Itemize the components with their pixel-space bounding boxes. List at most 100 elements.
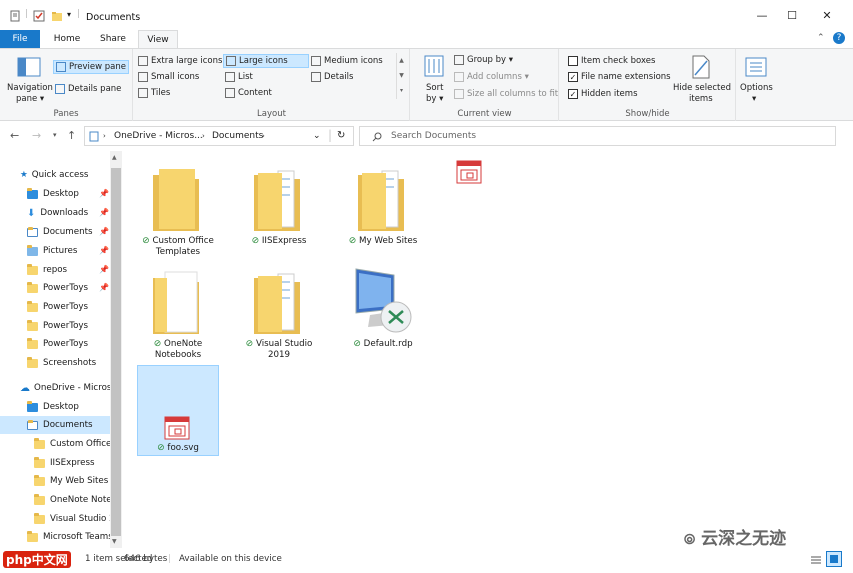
nav-od-desktop[interactable]: Desktop bbox=[0, 398, 110, 416]
minimize-button[interactable]: — bbox=[745, 6, 779, 26]
layout-medium-icons[interactable]: Medium icons bbox=[311, 56, 383, 66]
grid-icon bbox=[226, 56, 236, 66]
content-icon bbox=[225, 88, 235, 98]
desktop-icon bbox=[27, 187, 38, 199]
scroll-down-icon[interactable]: ▼ bbox=[112, 538, 117, 545]
nav-custom-office[interactable]: Custom Office bbox=[0, 435, 110, 453]
new-folder-icon[interactable] bbox=[51, 10, 63, 22]
file-item[interactable]: ⊘ Visual Studio 2019 bbox=[238, 268, 320, 362]
tab-share[interactable]: Share bbox=[92, 30, 134, 49]
file-item-selected[interactable]: ⊘ foo.svg bbox=[137, 365, 219, 456]
close-button[interactable]: ✕ bbox=[810, 6, 844, 26]
status-bar: php中文网 1 item selected 646 bytes | Avail… bbox=[0, 548, 853, 573]
layout-list[interactable]: List bbox=[225, 72, 253, 82]
layout-small-icons[interactable]: Small icons bbox=[138, 72, 199, 82]
add-columns-button[interactable]: Add columns ▾ bbox=[454, 72, 529, 82]
breadcrumb-onedrive[interactable]: OneDrive - Micros... bbox=[114, 131, 203, 141]
pin-icon[interactable]: 📌 bbox=[99, 208, 109, 217]
file-name-extensions-toggle[interactable]: ✓ File name extensions bbox=[568, 72, 671, 82]
layout-scroll[interactable]: ▲ ▼ ▾ bbox=[396, 53, 406, 99]
nav-iisexpress[interactable]: IISExpress bbox=[0, 454, 110, 472]
nav-powertoys[interactable]: PowerToys bbox=[0, 298, 110, 316]
recent-locations-icon[interactable]: ▾ bbox=[53, 131, 57, 139]
quick-access-dropdown-icon[interactable]: ▾ bbox=[67, 10, 71, 19]
file-item[interactable]: ⊘ My Web Sites bbox=[342, 165, 424, 249]
nav-desktop[interactable]: Desktop bbox=[0, 185, 110, 203]
layout-tiles[interactable]: Tiles bbox=[138, 88, 170, 98]
nav-quick-access[interactable]: ★ Quick access bbox=[0, 166, 110, 184]
pictures-icon bbox=[27, 244, 38, 256]
layout-details[interactable]: Details bbox=[311, 72, 353, 82]
nav-powertoys[interactable]: PowerToys bbox=[0, 317, 110, 335]
nav-screenshots[interactable]: Screenshots bbox=[0, 354, 110, 372]
back-arrow-icon[interactable]: ← bbox=[10, 129, 19, 142]
nav-microsoft-teams[interactable]: Microsoft Teams bbox=[0, 528, 110, 546]
nav-scrollbar-thumb[interactable] bbox=[111, 168, 121, 536]
nav-visual-studio[interactable]: Visual Studio 2 bbox=[0, 510, 110, 528]
up-arrow-icon[interactable]: ↑ bbox=[67, 129, 76, 142]
nav-documents[interactable]: Documents bbox=[0, 223, 110, 241]
group-by-button[interactable]: Group by ▾ bbox=[454, 55, 513, 65]
preview-pane-icon bbox=[56, 62, 66, 72]
options-button[interactable]: Options bbox=[740, 83, 773, 93]
nav-powertoys[interactable]: PowerToys bbox=[0, 335, 110, 353]
svg-file-icon bbox=[456, 160, 482, 184]
navigation-pane: ★ Quick access Desktop ⬇ Downloads Documen… bbox=[0, 151, 123, 548]
hide-selected-button2[interactable]: items bbox=[689, 94, 713, 104]
scroll-up-icon[interactable]: ▲ bbox=[112, 154, 117, 161]
large-icons-view-icon[interactable] bbox=[826, 551, 842, 567]
grid-icon bbox=[311, 56, 321, 66]
file-item[interactable]: ⊘ IISExpress bbox=[238, 165, 320, 249]
refresh-icon[interactable]: ↻ bbox=[337, 130, 345, 141]
help-icon[interactable]: ? bbox=[833, 32, 845, 44]
details-pane-button[interactable]: Details pane bbox=[55, 84, 121, 94]
pin-icon[interactable]: 📌 bbox=[99, 227, 109, 236]
hidden-items-toggle[interactable]: ✓ Hidden items bbox=[568, 89, 638, 99]
tab-home[interactable]: Home bbox=[45, 30, 89, 49]
tab-file[interactable]: File bbox=[0, 30, 40, 49]
pin-icon[interactable]: 📌 bbox=[99, 283, 109, 292]
nav-label: Documents bbox=[43, 420, 93, 430]
preview-pane-button[interactable]: Preview pane bbox=[53, 60, 130, 74]
nav-od-documents[interactable]: Documents bbox=[0, 416, 110, 434]
nav-downloads[interactable]: ⬇ Downloads bbox=[0, 204, 110, 222]
tab-view[interactable]: View bbox=[138, 30, 178, 49]
checkmark-icon[interactable] bbox=[33, 10, 45, 22]
address-dropdown-icon[interactable]: ⌄ bbox=[313, 131, 321, 141]
layout-content[interactable]: Content bbox=[225, 88, 272, 98]
nav-onenote[interactable]: OneNote Note bbox=[0, 491, 110, 509]
options-dropdown[interactable]: ▾ bbox=[752, 94, 756, 104]
details-view-icon[interactable] bbox=[810, 554, 822, 566]
breadcrumb-documents[interactable]: Documents bbox=[212, 131, 263, 141]
address-bar[interactable]: › OneDrive - Micros... › Documents › ⌄ |… bbox=[84, 126, 354, 146]
checkbox-label: File name extensions bbox=[581, 72, 671, 82]
properties-icon[interactable] bbox=[9, 10, 21, 22]
file-item[interactable]: ⊘ Custom Office Templates bbox=[137, 165, 219, 261]
nav-onedrive[interactable]: ☁ OneDrive - Micros bbox=[0, 379, 110, 397]
forward-arrow-icon[interactable]: → bbox=[32, 129, 41, 142]
sort-by-button[interactable]: Sort bbox=[426, 83, 443, 93]
maximize-button[interactable]: ☐ bbox=[775, 6, 809, 26]
layout-extra-large-icons[interactable]: Extra large icons bbox=[138, 56, 222, 66]
collapse-ribbon-icon[interactable]: ⌃ bbox=[817, 33, 825, 43]
pin-icon[interactable]: 📌 bbox=[99, 265, 109, 274]
nav-powertoys[interactable]: PowerToys bbox=[0, 279, 110, 297]
documents-location-icon bbox=[89, 131, 99, 142]
layout-label: Small icons bbox=[151, 72, 200, 82]
item-check-boxes-toggle[interactable]: Item check boxes bbox=[568, 56, 655, 66]
nav-pictures[interactable]: Pictures bbox=[0, 242, 110, 260]
hide-selected-button[interactable]: Hide selected bbox=[673, 83, 731, 93]
navigation-pane-dropdown[interactable]: pane ▾ bbox=[16, 94, 44, 104]
pin-icon[interactable]: 📌 bbox=[99, 246, 109, 255]
search-input[interactable]: Search Documents bbox=[359, 126, 836, 146]
nav-my-web-sites[interactable]: My Web Sites bbox=[0, 472, 110, 490]
pin-icon[interactable]: 📌 bbox=[99, 189, 109, 198]
file-item[interactable]: ⊘ OneNote Notebooks bbox=[137, 268, 219, 362]
nav-repos[interactable]: repos bbox=[0, 261, 110, 279]
layout-large-icons[interactable]: Large icons bbox=[223, 54, 309, 68]
file-item[interactable]: ⊘ Default.rdp bbox=[342, 265, 424, 353]
size-columns-button[interactable]: Size all columns to fit bbox=[454, 89, 558, 99]
navigation-pane-button[interactable]: Navigation bbox=[7, 83, 53, 93]
nav-label: My Web Sites bbox=[50, 476, 109, 486]
sort-by-dropdown[interactable]: by ▾ bbox=[426, 94, 443, 104]
